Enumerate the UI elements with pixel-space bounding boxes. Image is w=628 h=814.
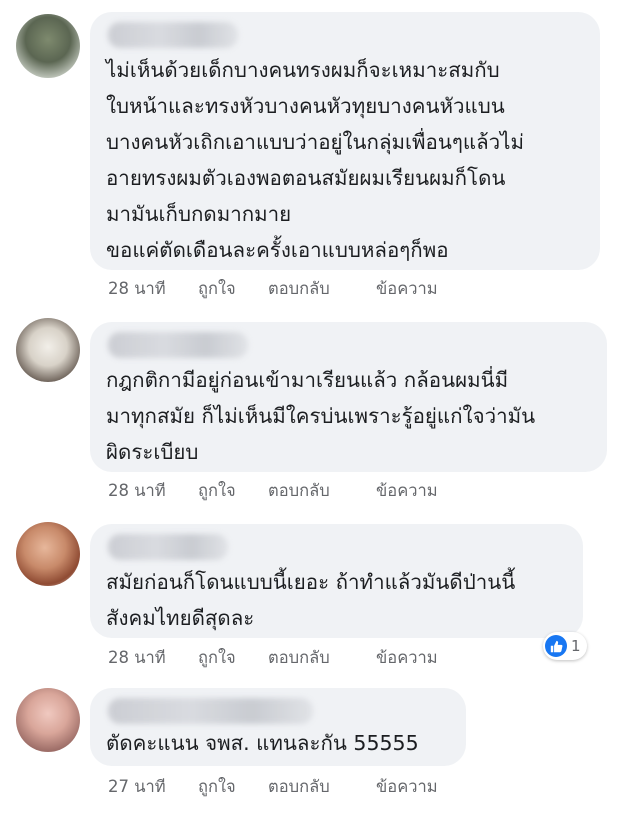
like-link[interactable]: ถูกใจ xyxy=(198,276,268,302)
avatar[interactable] xyxy=(16,14,80,78)
avatar[interactable] xyxy=(16,318,80,382)
reaction-count: 1 xyxy=(571,637,581,655)
comment-time[interactable]: 27 นาที xyxy=(108,774,198,800)
comment-actions: 28 นาที ถูกใจ ตอบกลับ ข้อความ xyxy=(108,478,438,504)
reply-link[interactable]: ตอบกลับ xyxy=(268,478,376,504)
comment-text: กฎกติกามีอยู่ก่อนเข้ามาเรียนแล้ว กล้อนผม… xyxy=(106,368,536,464)
comment-actions: 28 นาที ถูกใจ ตอบกลับ ข้อความ xyxy=(108,276,438,302)
comment-text: ไม่เห็นด้วยเด็กบางคนทรงผมก็จะเหมาะสมกับ … xyxy=(106,58,525,262)
comment-actions: 28 นาที ถูกใจ ตอบกลับ ข้อความ xyxy=(108,645,438,671)
message-link[interactable]: ข้อความ xyxy=(376,774,438,800)
comment-text: ตัดคะแนน จพส. แทนละกัน 55555 xyxy=(106,731,419,755)
comment-bubble: ไม่เห็นด้วยเด็กบางคนทรงผมก็จะเหมาะสมกับ … xyxy=(90,12,600,270)
comment-text: สมัยก่อนก็โดนแบบนี้เยอะ ถ้าทำแล้วมันดีป่… xyxy=(106,570,516,630)
avatar[interactable] xyxy=(16,688,80,752)
like-link[interactable]: ถูกใจ xyxy=(198,645,268,671)
comment-bubble: ตัดคะแนน จพส. แทนละกัน 55555 xyxy=(90,688,466,766)
like-link[interactable]: ถูกใจ xyxy=(198,774,268,800)
like-link[interactable]: ถูกใจ xyxy=(198,478,268,504)
comment-bubble: สมัยก่อนก็โดนแบบนี้เยอะ ถ้าทำแล้วมันดีป่… xyxy=(90,524,583,638)
reply-link[interactable]: ตอบกลับ xyxy=(268,645,376,671)
avatar[interactable] xyxy=(16,522,80,586)
comment-time[interactable]: 28 นาที xyxy=(108,645,198,671)
comment-actions: 27 นาที ถูกใจ ตอบกลับ ข้อความ xyxy=(108,774,438,800)
reply-link[interactable]: ตอบกลับ xyxy=(268,774,376,800)
reply-link[interactable]: ตอบกลับ xyxy=(268,276,376,302)
reaction-summary[interactable]: 1 xyxy=(543,632,587,660)
comment-author-blurred[interactable] xyxy=(108,332,248,358)
message-link[interactable]: ข้อความ xyxy=(376,478,438,504)
message-link[interactable]: ข้อความ xyxy=(376,645,438,671)
message-link[interactable]: ข้อความ xyxy=(376,276,438,302)
comment-bubble: กฎกติกามีอยู่ก่อนเข้ามาเรียนแล้ว กล้อนผม… xyxy=(90,322,607,472)
thumbs-up-icon xyxy=(545,635,567,657)
comment-author-blurred[interactable] xyxy=(108,22,238,48)
comment-author-blurred[interactable] xyxy=(108,534,228,560)
comment-time[interactable]: 28 นาที xyxy=(108,478,198,504)
comment-time[interactable]: 28 นาที xyxy=(108,276,198,302)
comment-author-blurred[interactable] xyxy=(108,698,313,724)
